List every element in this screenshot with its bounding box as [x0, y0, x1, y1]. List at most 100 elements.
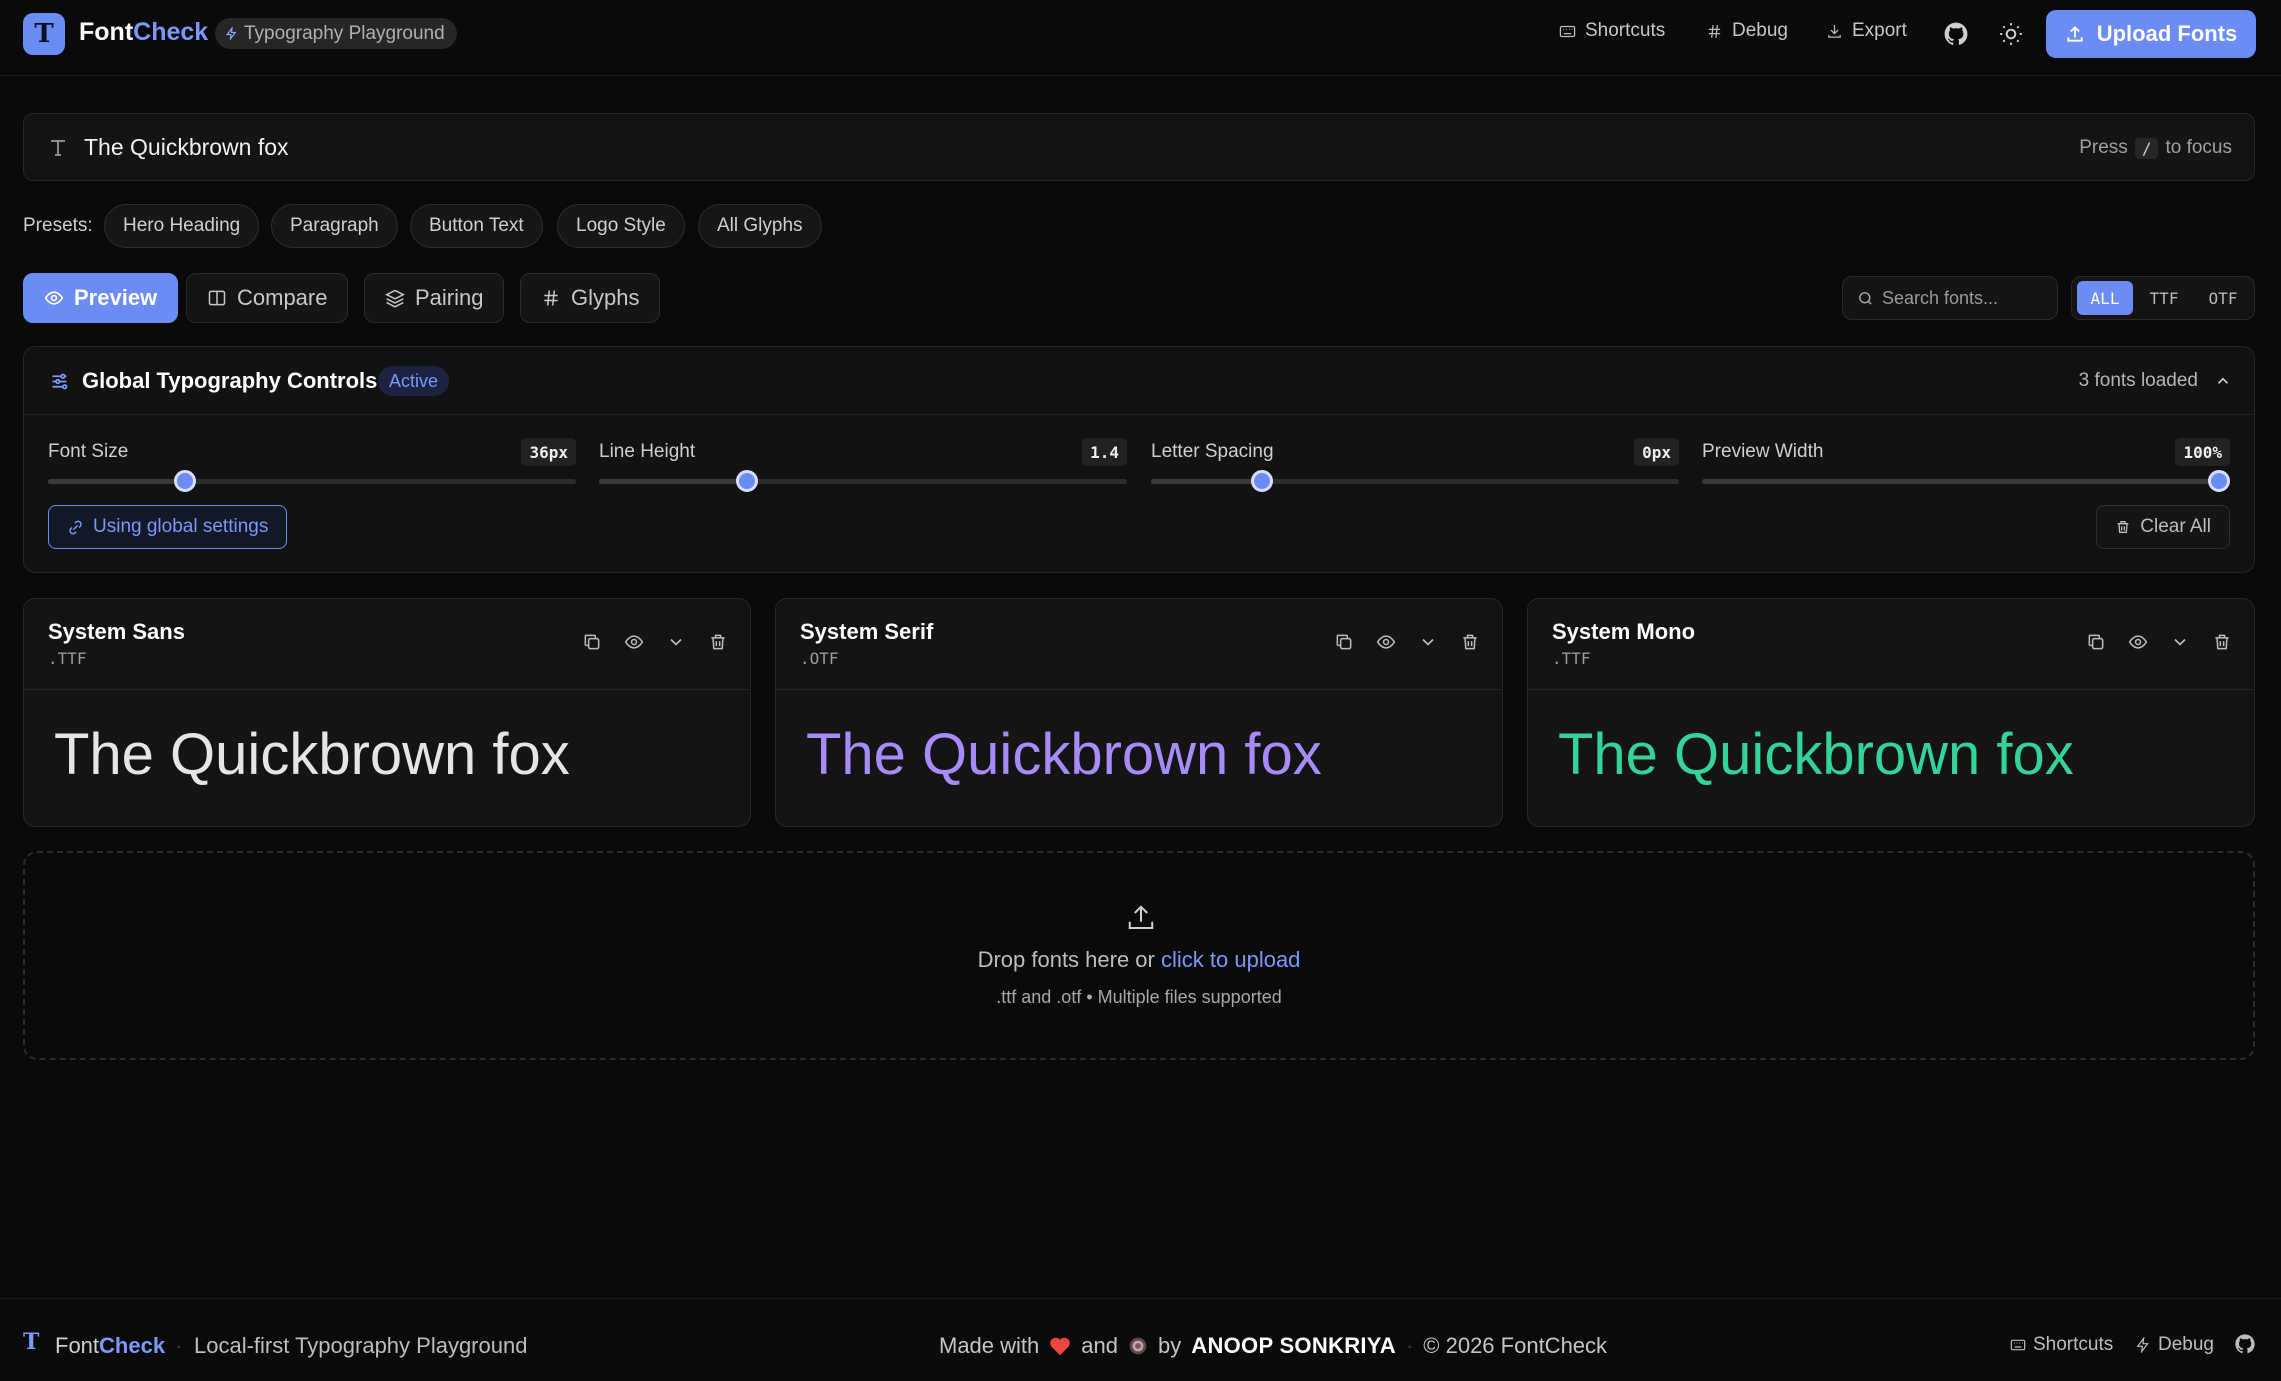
preview-text-input[interactable]: The Quickbrown fox Press / to focus — [23, 113, 2255, 181]
github-icon[interactable] — [2234, 1333, 2256, 1355]
slider-thumb[interactable] — [2208, 470, 2231, 492]
slider-fill — [599, 479, 747, 484]
app-logo[interactable]: T — [23, 13, 65, 55]
upload-fonts-label: Upload Fonts — [2096, 21, 2238, 46]
preview-width-slider[interactable]: Preview Width 100% — [1702, 438, 2231, 493]
font-drop-zone[interactable]: Drop fonts here or click to upload .ttf … — [23, 851, 2255, 1060]
slider-thumb[interactable] — [174, 470, 197, 492]
slider-track[interactable] — [48, 470, 576, 492]
keyboard-icon — [1559, 23, 1576, 40]
export-link[interactable]: Export — [1826, 20, 1907, 42]
footer-separator: · — [175, 1333, 183, 1358]
footer-debug-link[interactable]: Debug — [2135, 1334, 2214, 1356]
slider-label: Preview Width — [1702, 441, 1824, 462]
tab-glyphs-label: Glyphs — [571, 285, 640, 310]
filter-all[interactable]: ALL — [2077, 281, 2133, 315]
github-icon[interactable] — [1943, 21, 1969, 47]
slider-value: 1.4 — [1082, 438, 1127, 466]
sun-icon[interactable] — [1998, 21, 2024, 47]
preset-all-glyphs[interactable]: All Glyphs — [698, 204, 822, 248]
copy-icon[interactable] — [2086, 632, 2106, 652]
filter-otf[interactable]: OTF — [2195, 281, 2251, 315]
shortcuts-link[interactable]: Shortcuts — [1559, 20, 1665, 42]
eye-icon[interactable] — [1376, 632, 1396, 652]
preset-button-text[interactable]: Button Text — [410, 204, 543, 248]
font-sample: The Quickbrown fox — [54, 722, 570, 787]
coffee-icon — [1128, 1336, 1148, 1356]
slider-label: Line Height — [599, 441, 696, 462]
presets-label: Presets: — [23, 215, 93, 236]
slider-fill — [1702, 479, 2220, 484]
playground-tag: Typography Playground — [215, 18, 457, 49]
footer-brand-accent: Check — [99, 1333, 166, 1358]
footer-tagline: Local-first Typography Playground — [194, 1333, 528, 1358]
chevron-down-icon[interactable] — [666, 632, 686, 652]
drop-prompt: Drop fonts here or — [977, 947, 1155, 972]
font-sample: The Quickbrown fox — [1558, 722, 2074, 787]
top-header: T FontCheck Typography Playground Shortc… — [0, 0, 2281, 76]
footer-shortcuts-link[interactable]: Shortcuts — [2010, 1334, 2113, 1356]
slider-label: Letter Spacing — [1151, 441, 1274, 462]
hint-prefix: Press — [2079, 137, 2128, 158]
debug-link[interactable]: Debug — [1706, 20, 1788, 42]
focus-hint: Press / to focus — [2079, 137, 2232, 159]
slider-track[interactable] — [1702, 470, 2231, 492]
eye-icon — [44, 288, 64, 308]
footer-credits: Made with and by ANOOP SONKRIYA · © 2026… — [939, 1333, 1607, 1359]
letter-spacing-slider[interactable]: Letter Spacing 0px — [1151, 438, 1679, 493]
brand-name[interactable]: FontCheck — [79, 18, 208, 47]
slider-track[interactable] — [1151, 470, 1679, 492]
trash-icon[interactable] — [1460, 632, 1480, 652]
preset-logo-style[interactable]: Logo Style — [557, 204, 685, 248]
search-icon — [1857, 290, 1874, 307]
slider-thumb[interactable] — [735, 470, 758, 492]
click-to-upload-link[interactable]: click to upload — [1161, 947, 1300, 972]
clear-all-button[interactable]: Clear All — [2096, 505, 2230, 549]
link-icon — [67, 519, 84, 536]
fonts-loaded-count: 3 fonts loaded — [2078, 370, 2198, 391]
slider-track[interactable] — [599, 470, 1127, 492]
using-global-settings-button[interactable]: Using global settings — [48, 505, 288, 549]
trash-icon[interactable] — [2212, 632, 2232, 652]
preview-text-value[interactable]: The Quickbrown fox — [84, 134, 289, 161]
footer: T FontCheck · Local-first Typography Pla… — [0, 1298, 2281, 1381]
columns-icon — [207, 288, 227, 308]
slider-thumb[interactable] — [1250, 470, 1273, 492]
tab-glyphs[interactable]: Glyphs — [520, 273, 661, 323]
author-link[interactable]: ANOOP SONKRIYA — [1191, 1333, 1396, 1359]
tab-pairing[interactable]: Pairing — [364, 273, 505, 323]
slider-value: 0px — [1634, 438, 1679, 466]
tag-label: Typography Playground — [244, 22, 445, 44]
global-settings-label: Using global settings — [93, 516, 269, 537]
chevron-down-icon[interactable] — [2170, 632, 2190, 652]
trash-icon[interactable] — [708, 632, 728, 652]
font-size-slider[interactable]: Font Size 36px — [48, 438, 576, 493]
chevron-up-icon[interactable] — [2214, 372, 2232, 390]
made-with-text: Made with — [939, 1333, 1040, 1358]
search-input[interactable] — [1882, 287, 2042, 309]
copy-icon[interactable] — [1334, 632, 1354, 652]
chevron-down-icon[interactable] — [1418, 632, 1438, 652]
layers-icon — [385, 288, 405, 308]
footer-brand[interactable]: FontCheck — [55, 1333, 165, 1359]
copy-icon[interactable] — [582, 632, 602, 652]
download-icon — [1826, 23, 1843, 40]
font-search[interactable] — [1842, 276, 2058, 320]
font-card-header: System Mono .TTF — [1528, 599, 2254, 690]
preset-hero-heading[interactable]: Hero Heading — [104, 204, 260, 248]
eye-icon[interactable] — [624, 632, 644, 652]
preset-paragraph[interactable]: Paragraph — [271, 204, 398, 248]
hint-suffix: to focus — [2165, 137, 2232, 158]
controls-header[interactable]: Global Typography Controls Active 3 font… — [24, 347, 2254, 415]
tab-compare[interactable]: Compare — [186, 273, 349, 323]
filter-ttf[interactable]: TTF — [2136, 281, 2192, 315]
clear-all-label: Clear All — [2140, 516, 2211, 537]
font-card-header: System Sans .TTF — [24, 599, 750, 690]
hash-icon — [1706, 23, 1723, 40]
line-height-slider[interactable]: Line Height 1.4 — [599, 438, 1127, 493]
font-name: System Serif — [800, 619, 934, 644]
tab-preview[interactable]: Preview — [23, 273, 179, 323]
slider-label: Font Size — [48, 441, 129, 462]
upload-fonts-button[interactable]: Upload Fonts — [2046, 10, 2256, 58]
eye-icon[interactable] — [2128, 632, 2148, 652]
